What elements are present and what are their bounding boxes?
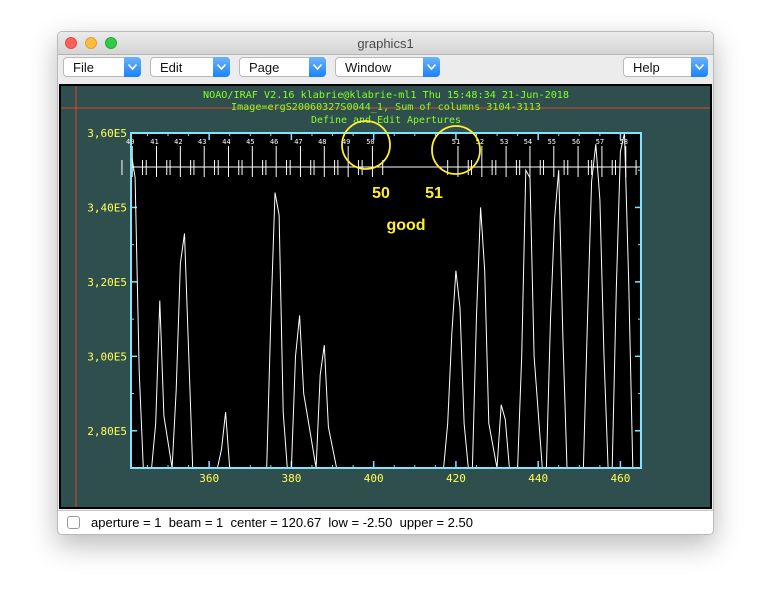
help-menu-label: Help bbox=[633, 60, 660, 75]
graphics-canvas[interactable]: NOAO/IRAF V2.16 klabrie@klabrie-ml1 Thu … bbox=[61, 86, 710, 507]
window-menu-label: Window bbox=[345, 60, 392, 75]
chevron-down-icon bbox=[309, 57, 326, 77]
y-tick-label: 3,20E5 bbox=[87, 276, 127, 289]
x-tick-label: 380 bbox=[281, 472, 301, 485]
aperture-label: 48 bbox=[318, 138, 326, 146]
x-tick-label: 440 bbox=[528, 472, 548, 485]
y-tick-label: 2,80E5 bbox=[87, 425, 127, 438]
y-tick-label: 3,60E5 bbox=[87, 127, 127, 140]
window-menu[interactable]: Window bbox=[335, 57, 440, 77]
graphics-window: graphics1 File Edit Page Window Help NOA… bbox=[57, 31, 714, 535]
spectrum-plot[interactable]: NOAO/IRAF V2.16 klabrie@klabrie-ml1 Thu … bbox=[61, 86, 710, 507]
aperture-label: 46 bbox=[270, 138, 278, 146]
status-text: aperture = 1 beam = 1 center = 120.67 lo… bbox=[91, 515, 473, 530]
plot-header-line-2: Image=ergS20060327S0044_1, Sum of column… bbox=[231, 102, 541, 113]
edit-menu[interactable]: Edit bbox=[150, 57, 230, 77]
aperture-label: 54 bbox=[524, 138, 532, 146]
x-tick-label: 400 bbox=[364, 472, 384, 485]
y-tick-label: 3,40E5 bbox=[87, 201, 127, 214]
annotation-50: 50 bbox=[372, 185, 390, 202]
x-tick-label: 360 bbox=[199, 472, 219, 485]
x-tick-label: 460 bbox=[610, 472, 630, 485]
status-checkbox[interactable] bbox=[67, 516, 80, 529]
aperture-label: 43 bbox=[198, 138, 206, 146]
aperture-label: 47 bbox=[294, 138, 302, 146]
aperture-label: 53 bbox=[500, 138, 508, 146]
plot-area bbox=[131, 133, 641, 468]
aperture-label: 56 bbox=[572, 138, 580, 146]
aperture-label: 44 bbox=[222, 138, 230, 146]
chevron-down-icon bbox=[213, 57, 230, 77]
window-title: graphics1 bbox=[357, 36, 414, 51]
aperture-label: 41 bbox=[150, 138, 158, 146]
title-bar[interactable]: graphics1 bbox=[58, 32, 713, 55]
aperture-label: 55 bbox=[548, 138, 556, 146]
chevron-down-icon bbox=[124, 57, 141, 77]
aperture-label: 57 bbox=[596, 138, 604, 146]
status-bar: aperture = 1 beam = 1 center = 120.67 lo… bbox=[58, 510, 713, 534]
page-menu-label: Page bbox=[249, 60, 280, 75]
graphics-canvas-frame: NOAO/IRAF V2.16 klabrie@klabrie-ml1 Thu … bbox=[59, 84, 712, 509]
annotation-good: good bbox=[386, 217, 425, 234]
file-menu[interactable]: File bbox=[63, 57, 141, 77]
plot-header-line-3: Define and Edit Apertures bbox=[311, 115, 461, 126]
x-tick-label: 420 bbox=[446, 472, 466, 485]
menu-bar: File Edit Page Window Help bbox=[58, 55, 713, 83]
annotation-51: 51 bbox=[425, 185, 443, 202]
y-tick-label: 3,00E5 bbox=[87, 350, 127, 363]
edit-menu-label: Edit bbox=[160, 60, 183, 75]
chevron-down-icon bbox=[423, 57, 440, 77]
file-menu-label: File bbox=[73, 60, 94, 75]
chevron-down-icon bbox=[691, 57, 708, 77]
aperture-label: 45 bbox=[246, 138, 254, 146]
help-menu[interactable]: Help bbox=[623, 57, 708, 77]
plot-header-line-1: NOAO/IRAF V2.16 klabrie@klabrie-ml1 Thu … bbox=[203, 90, 569, 101]
page-menu[interactable]: Page bbox=[239, 57, 326, 77]
aperture-label: 42 bbox=[174, 138, 182, 146]
